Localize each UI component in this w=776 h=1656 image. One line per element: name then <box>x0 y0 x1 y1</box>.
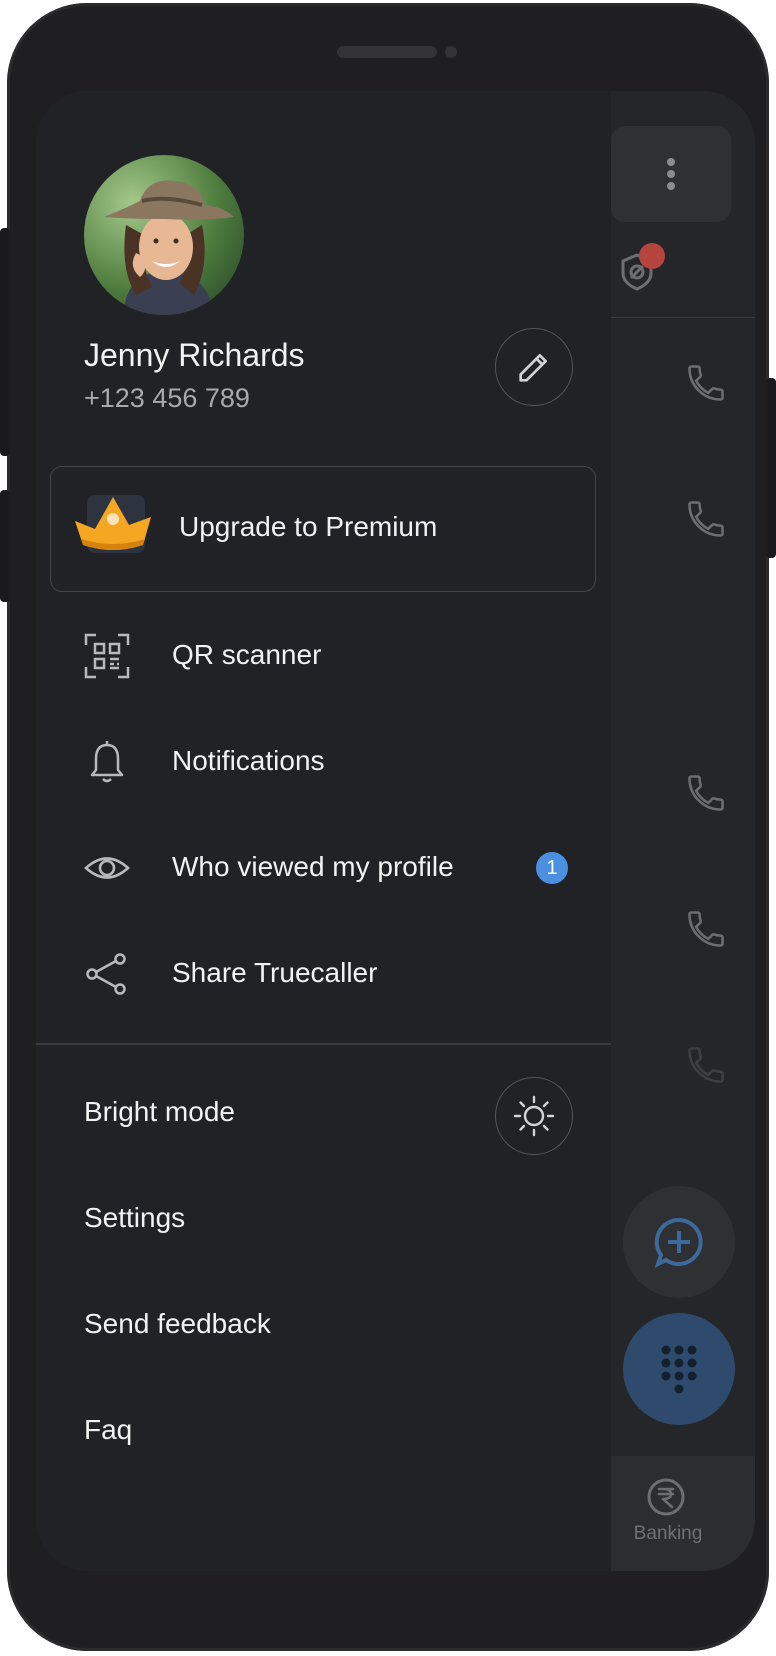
shield-icon[interactable] <box>619 243 669 293</box>
crown-icon <box>75 495 151 553</box>
front-camera <box>445 46 457 58</box>
call-icon[interactable] <box>684 361 728 405</box>
menu-item-send-feedback[interactable]: Send feedback <box>36 1271 611 1377</box>
side-button <box>0 490 10 602</box>
navigation-drawer: Jenny Richards +123 456 789 Upgrade to P… <box>36 91 611 1571</box>
setting-label: Faq <box>84 1414 133 1445</box>
menu-label: QR scanner <box>172 639 322 670</box>
profile-views-badge: 1 <box>536 852 568 884</box>
premium-label: Upgrade to Premium <box>179 511 438 542</box>
eye-icon <box>84 857 130 879</box>
setting-label: Bright mode <box>84 1096 235 1127</box>
avatar-photo <box>84 155 244 315</box>
dialpad-icon <box>661 1345 697 1394</box>
new-message-button[interactable] <box>623 1186 735 1298</box>
menu-label: Notifications <box>172 745 325 776</box>
more-vert-icon <box>667 158 675 190</box>
call-icon[interactable] <box>684 497 728 541</box>
menu-item-share[interactable]: Share Truecaller <box>36 921 611 1027</box>
menu-item-settings[interactable]: Settings <box>36 1165 611 1271</box>
sun-icon <box>513 1095 555 1137</box>
more-options-button[interactable] <box>611 126 731 222</box>
theme-toggle-button[interactable] <box>495 1077 573 1155</box>
qr-code-icon <box>84 633 130 679</box>
setting-label: Settings <box>84 1202 186 1233</box>
menu-item-who-viewed[interactable]: Who viewed my profile 1 <box>36 815 611 921</box>
user-phone: +123 456 789 <box>84 383 250 413</box>
pencil-icon <box>519 354 547 382</box>
call-icon[interactable] <box>684 1043 728 1087</box>
avatar[interactable] <box>84 155 244 315</box>
tab-banking-label[interactable]: Banking <box>611 1523 725 1545</box>
call-icon[interactable] <box>684 907 728 951</box>
setting-label: Send feedback <box>84 1308 271 1339</box>
background-divider <box>611 317 755 318</box>
share-icon <box>86 953 126 995</box>
chat-plus-icon <box>654 1217 703 1268</box>
phone-frame: Banking Jenny Richards +123 456 789 Upgr… <box>0 3 776 1651</box>
menu-label: Share Truecaller <box>172 957 378 988</box>
drawer-divider <box>36 1043 611 1045</box>
rupee-icon[interactable] <box>646 1477 686 1517</box>
screen: Banking Jenny Richards +123 456 789 Upgr… <box>36 91 755 1571</box>
bell-icon <box>90 741 124 783</box>
edit-profile-button[interactable] <box>495 328 573 406</box>
menu-item-notifications[interactable]: Notifications <box>36 709 611 815</box>
menu-item-qr-scanner[interactable]: QR scanner <box>36 603 611 709</box>
menu-label: Who viewed my profile <box>172 851 454 882</box>
upgrade-premium-button[interactable]: Upgrade to Premium <box>50 466 596 592</box>
dialpad-button[interactable] <box>623 1313 735 1425</box>
user-name: Jenny Richards <box>84 337 305 373</box>
volume-button <box>0 228 10 456</box>
menu-item-faq[interactable]: Faq <box>36 1377 611 1483</box>
call-icon[interactable] <box>684 771 728 815</box>
power-button <box>766 378 776 558</box>
speaker <box>337 46 437 58</box>
